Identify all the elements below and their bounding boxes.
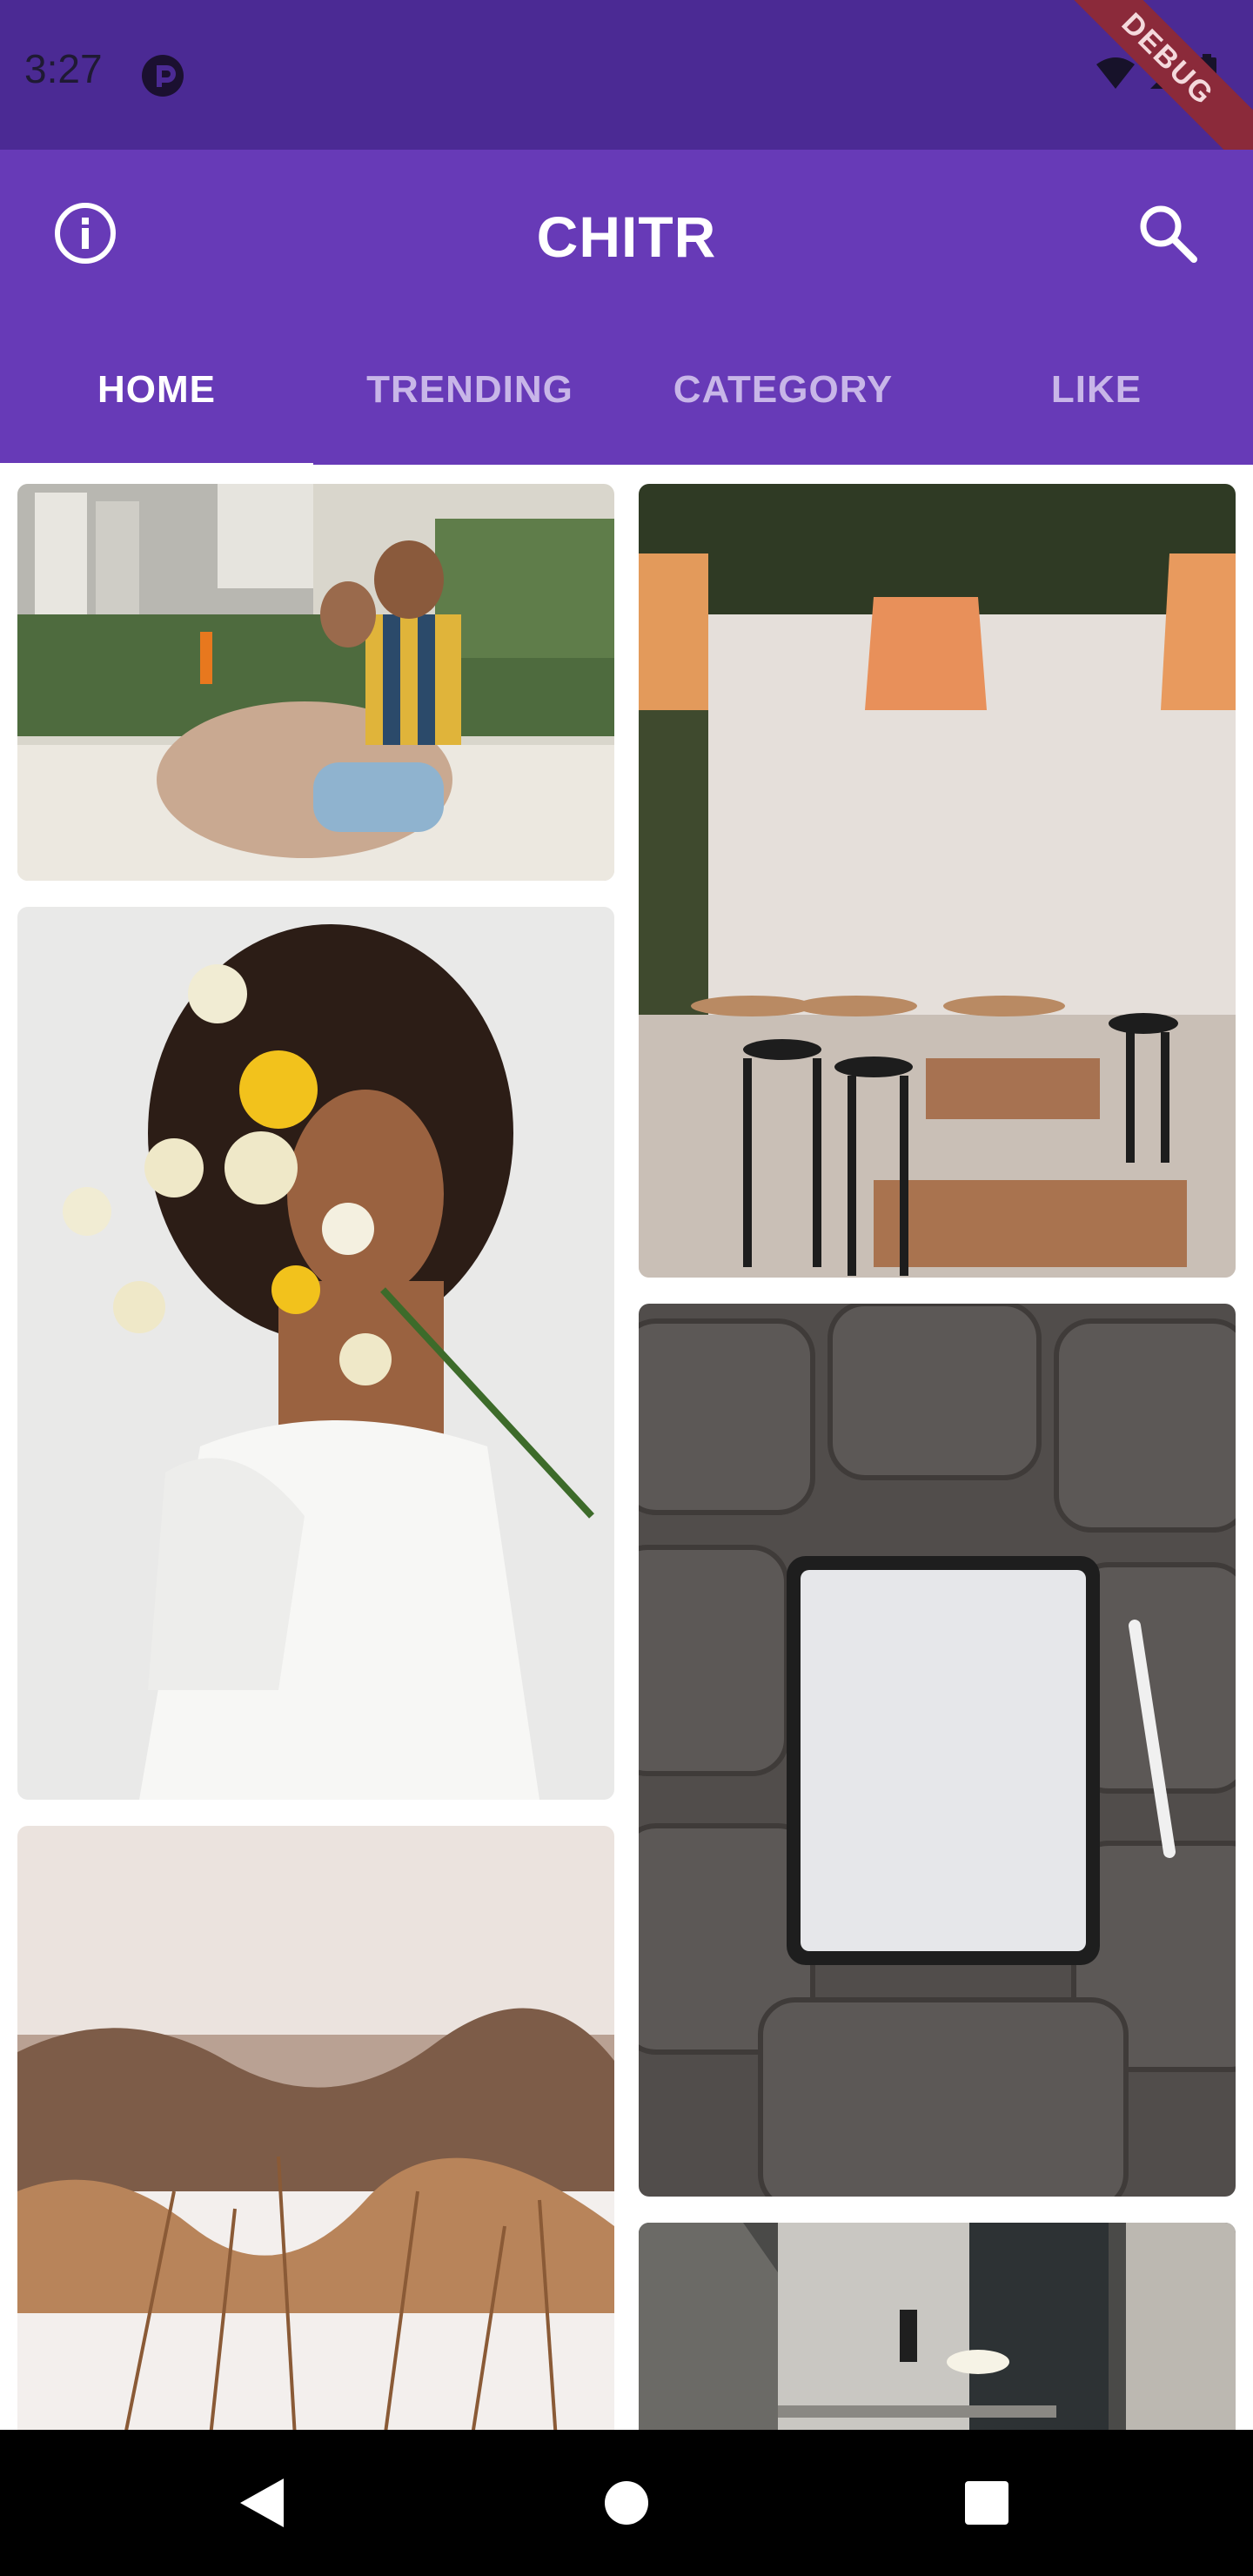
status-bar: 3:27 DEBUG	[0, 0, 1253, 194]
tab-category[interactable]: CATEGORY	[626, 315, 940, 465]
wifi-icon	[1095, 56, 1136, 95]
home-icon	[605, 2481, 648, 2525]
pocket-casts-icon	[141, 54, 184, 97]
recents-icon	[965, 2481, 1008, 2525]
couple-on-beach-image[interactable]	[17, 484, 614, 881]
app-bar: CHITR HOME TRENDING CATEGORY LIKE	[0, 150, 1253, 468]
back-icon	[240, 2479, 284, 2527]
status-time: 3:27	[24, 46, 103, 91]
tab-like[interactable]: LIKE	[940, 315, 1253, 465]
navigation-bar	[0, 2430, 1253, 2576]
image-grid	[0, 465, 1253, 2430]
woman-with-flowers-image[interactable]	[17, 907, 614, 1800]
tablet-on-cushion-image[interactable]	[639, 1304, 1236, 2197]
cafe-with-lamps-image[interactable]	[639, 484, 1236, 1278]
back-button[interactable]	[218, 2459, 305, 2546]
search-icon	[1140, 205, 1197, 263]
tab-home[interactable]: HOME	[0, 315, 313, 465]
app-title: CHITR	[536, 205, 717, 269]
tab-bar: HOME TRENDING CATEGORY LIKE	[0, 315, 1253, 465]
search-button[interactable]	[1133, 198, 1203, 268]
snowy-field-image[interactable]	[17, 1826, 614, 2430]
ceiling-light-image[interactable]	[639, 2223, 1236, 2430]
recents-button[interactable]	[943, 2459, 1030, 2546]
home-button[interactable]	[583, 2459, 670, 2546]
tab-trending[interactable]: TRENDING	[313, 315, 626, 465]
